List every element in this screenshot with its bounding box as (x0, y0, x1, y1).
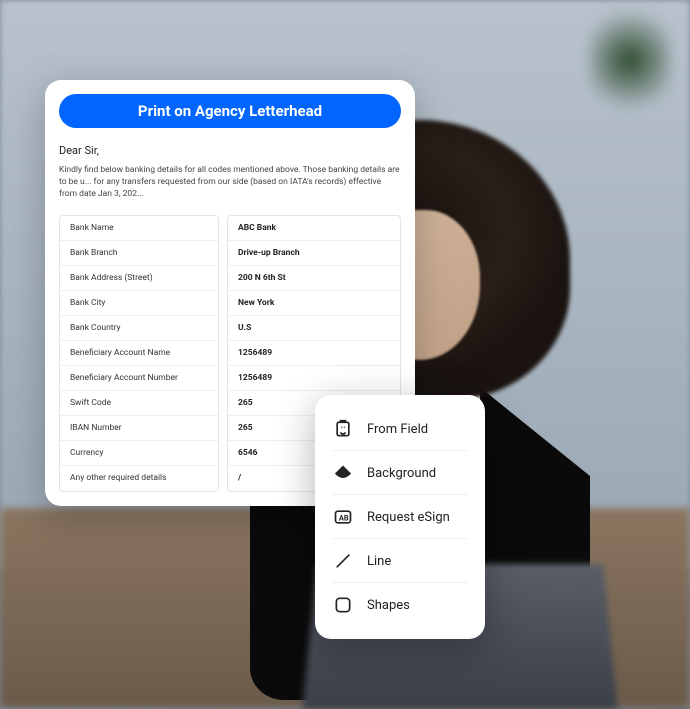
table-row: New York (228, 291, 400, 316)
table-row: Beneficiary Account Name (60, 341, 218, 366)
table-row: Currency (60, 441, 218, 466)
table-row: IBAN Number (60, 416, 218, 441)
menu-item-request-esign[interactable]: AB Request eSign (315, 495, 485, 539)
table-row: 1256489 (228, 366, 400, 391)
table-row: 1256489 (228, 341, 400, 366)
table-row: Bank Branch (60, 241, 218, 266)
line-icon (333, 551, 353, 571)
menu-item-line[interactable]: Line (315, 539, 485, 583)
background-icon (333, 463, 353, 483)
svg-text:AB: AB (339, 513, 349, 522)
table-row: 200 N 6th St (228, 266, 400, 291)
menu-item-background[interactable]: Background (315, 451, 485, 495)
table-labels-column: Bank Name Bank Branch Bank Address (Stre… (59, 215, 219, 492)
esign-icon: AB (333, 507, 353, 527)
table-row: Bank Country (60, 316, 218, 341)
table-row: Swift Code (60, 391, 218, 416)
menu-item-label: Line (367, 554, 391, 569)
table-row: ABC Bank (228, 216, 400, 241)
salutation-text: Dear Sir, (59, 144, 401, 157)
table-row: Drive-up Branch (228, 241, 400, 266)
shapes-icon (333, 595, 353, 615)
letterhead-banner: Print on Agency Letterhead (59, 94, 401, 128)
tools-menu: From Field Background AB Request eSign L… (315, 395, 485, 639)
menu-item-from-field[interactable]: From Field (315, 407, 485, 451)
from-field-icon (333, 419, 353, 439)
menu-item-label: Shapes (367, 598, 410, 613)
menu-item-label: Background (367, 466, 436, 481)
intro-paragraph: Kindly find below banking details for al… (59, 165, 401, 201)
menu-item-label: From Field (367, 422, 428, 437)
table-row: Beneficiary Account Number (60, 366, 218, 391)
table-row: U.S (228, 316, 400, 341)
table-row: Any other required details (60, 466, 218, 491)
menu-item-label: Request eSign (367, 510, 450, 525)
table-row: Bank City (60, 291, 218, 316)
table-row: Bank Address (Street) (60, 266, 218, 291)
table-row: Bank Name (60, 216, 218, 241)
menu-item-shapes[interactable]: Shapes (315, 583, 485, 627)
